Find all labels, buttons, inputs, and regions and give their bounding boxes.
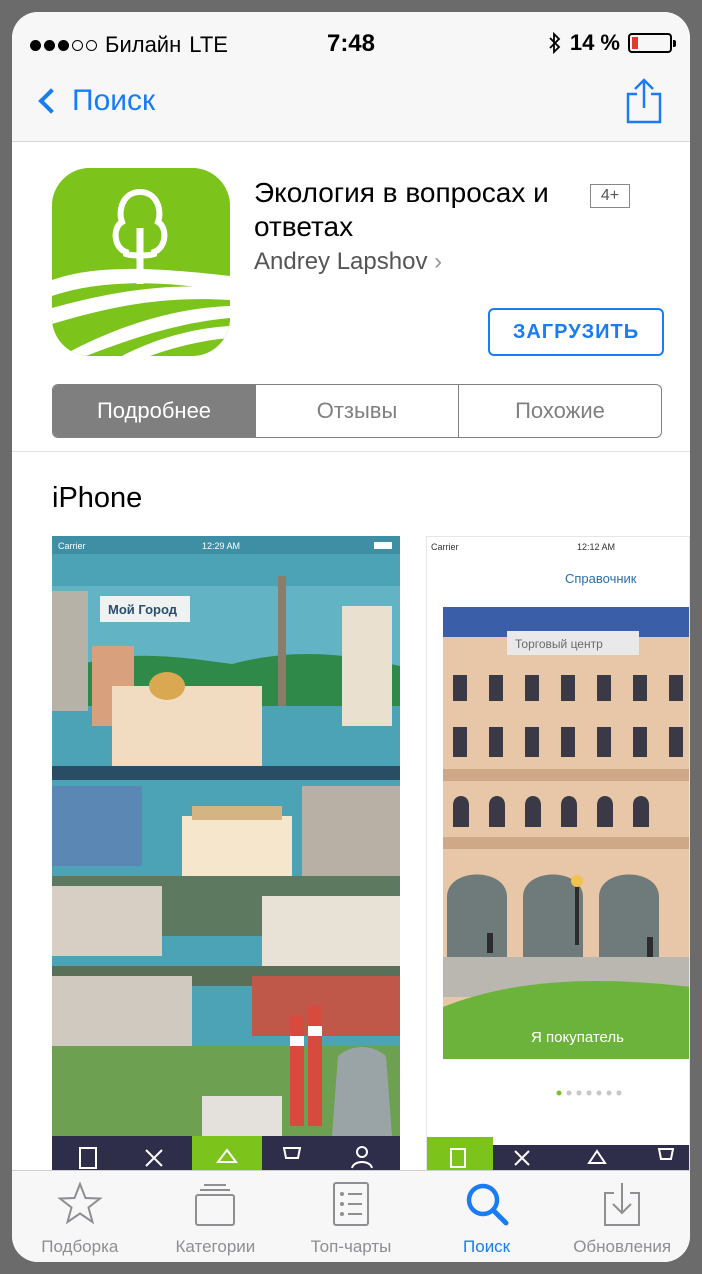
segment-details[interactable]: Подробнее	[53, 385, 255, 437]
city-illustration: Carrier 12:29 AM Мой Город	[52, 536, 400, 1176]
shot2-header: Справочник	[565, 571, 637, 586]
tab-search[interactable]: Поиск	[419, 1171, 555, 1262]
tab-search-label: Поиск	[463, 1237, 511, 1256]
developer-link[interactable]: Andrey Lapshov ›	[254, 248, 442, 276]
segment-related[interactable]: Похожие	[458, 385, 661, 437]
battery-icon	[628, 33, 676, 53]
tab-categories[interactable]: Категории	[148, 1171, 284, 1262]
shot1-time: 12:29 AM	[202, 541, 240, 551]
back-button[interactable]: Поиск	[36, 84, 155, 118]
screenshots-section-title: iPhone	[52, 482, 143, 514]
tab-top-charts-label: Топ-чарты	[310, 1237, 392, 1256]
tab-featured-label: Подборка	[41, 1237, 119, 1256]
shot1-carrier: Carrier	[58, 541, 86, 551]
get-button[interactable]: ЗАГРУЗИТЬ	[488, 308, 664, 356]
tab-updates[interactable]: Обновления	[554, 1171, 690, 1262]
navigation-bar: Билайн LTE 7:48 14 % Поиск	[12, 12, 690, 142]
segmented-control: Подробнее Отзывы Похожие	[52, 384, 662, 438]
shot2-sign: Торговый центр	[515, 637, 603, 651]
app-icon	[52, 168, 230, 356]
tab-featured[interactable]: Подборка	[12, 1171, 148, 1262]
chevron-left-icon	[38, 88, 64, 114]
chevron-right-icon: ›	[434, 248, 443, 275]
shot2-time: 12:12 AM	[577, 542, 615, 552]
battery-percent: 14 %	[569, 30, 620, 55]
shop-illustration: Carrier 12:12 AM Справочник Торговый цен…	[427, 537, 689, 1175]
shot1-sign: Мой Город	[108, 602, 178, 617]
shot2-caption: Я покупатель	[531, 1029, 624, 1046]
screenshot-1[interactable]: Carrier 12:29 AM Мой Город	[52, 536, 400, 1176]
search-icon	[466, 1183, 509, 1226]
developer-name: Andrey Lapshov	[254, 248, 428, 275]
shot2-carrier: Carrier	[431, 542, 459, 552]
star-icon	[57, 1181, 103, 1225]
age-rating-badge: 4+	[590, 184, 630, 208]
download-icon	[604, 1183, 641, 1226]
app-title: Экология в вопросах и ответах	[254, 177, 549, 242]
status-bar: Билайн LTE 7:48 14 %	[12, 12, 690, 64]
share-icon[interactable]	[624, 78, 664, 124]
tab-updates-label: Обновления	[573, 1237, 672, 1256]
status-right: 14 %	[548, 30, 676, 56]
screenshot-2[interactable]: Carrier 12:12 AM Справочник Торговый цен…	[426, 536, 690, 1176]
tab-bar: Подборка Категории Топ-чарты Поиск Обнов…	[12, 1170, 690, 1262]
phone-screen: Билайн LTE 7:48 14 % Поиск Экология в во…	[12, 12, 690, 1262]
back-label: Поиск	[72, 84, 156, 117]
tree-field-icon	[52, 168, 230, 356]
tab-top-charts[interactable]: Топ-чарты	[283, 1171, 419, 1262]
bluetooth-icon	[549, 32, 561, 54]
segment-reviews[interactable]: Отзывы	[255, 385, 458, 437]
categories-icon	[195, 1184, 236, 1226]
tab-categories-label: Категории	[175, 1237, 256, 1256]
list-icon	[332, 1182, 369, 1226]
